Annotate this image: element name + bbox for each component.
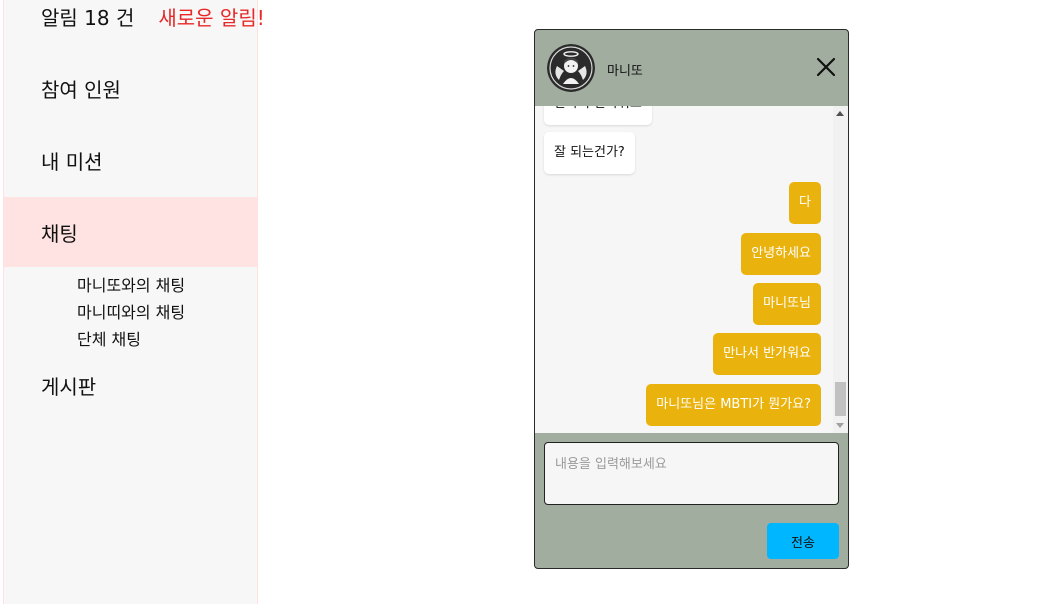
chat-header: 마니또	[535, 30, 848, 106]
chat-title: 마니또	[607, 64, 643, 79]
scroll-up-arrow-icon[interactable]	[836, 111, 844, 116]
close-icon[interactable]	[815, 56, 837, 78]
sidebar-item-label: 참여 인원	[41, 77, 121, 102]
sidebar-item-label: 채팅	[41, 221, 78, 246]
new-notification-alert[interactable]: 새로운 알림!	[158, 2, 264, 31]
message-list[interactable]: 만나서 반가워요 잘 되는건가? 다 안녕하세요 마니또님 만나서 반가워요 마…	[535, 106, 848, 433]
sidebar-subitem-manito-chat[interactable]: 마니또와의 채팅	[77, 272, 185, 296]
message-outgoing: 마니또님은 MBTI가 뭔가요?	[646, 384, 821, 426]
sidebar: 알림 18 건 새로운 알림! 참여 인원 내 미션 채팅 마니또와의 채팅 마…	[3, 0, 265, 604]
message-input[interactable]	[544, 442, 839, 505]
scroll-down-arrow-icon[interactable]	[836, 423, 844, 428]
notification-bar[interactable]: 알림 18 건 새로운 알림!	[41, 2, 265, 30]
sidebar-item-label: 내 미션	[41, 149, 103, 174]
message-outgoing: 안녕하세요	[741, 233, 821, 275]
message-outgoing: 만나서 반가워요	[713, 333, 821, 375]
message-incoming: 잘 되는건가?	[544, 132, 635, 174]
sidebar-item-label: 게시판	[41, 374, 97, 399]
angel-avatar-icon	[547, 44, 595, 92]
sidebar-subitem-manitti-chat[interactable]: 마니띠와의 채팅	[77, 299, 185, 323]
message-outgoing: 다	[789, 182, 821, 224]
sidebar-item-board[interactable]: 게시판	[4, 350, 258, 420]
sidebar-item-my-mission[interactable]: 내 미션	[4, 125, 258, 195]
message-scrollbar[interactable]	[833, 106, 848, 433]
send-button[interactable]: 전송	[767, 523, 839, 559]
sidebar-item-chat[interactable]: 채팅	[4, 197, 258, 267]
sidebar-subitem-group-chat[interactable]: 단체 채팅	[77, 326, 141, 350]
message-outgoing: 마니또님	[753, 283, 821, 325]
scroll-thumb[interactable]	[835, 382, 846, 416]
chat-window: 마니또 만나서 반가워요 잘 되는건가? 다 안녕하세요 마니또님 만나서 반가…	[534, 29, 849, 569]
notification-count: 알림 18 건	[41, 5, 135, 30]
message-incoming: 만나서 반가워요	[544, 106, 652, 125]
sidebar-item-participants[interactable]: 참여 인원	[4, 53, 258, 123]
